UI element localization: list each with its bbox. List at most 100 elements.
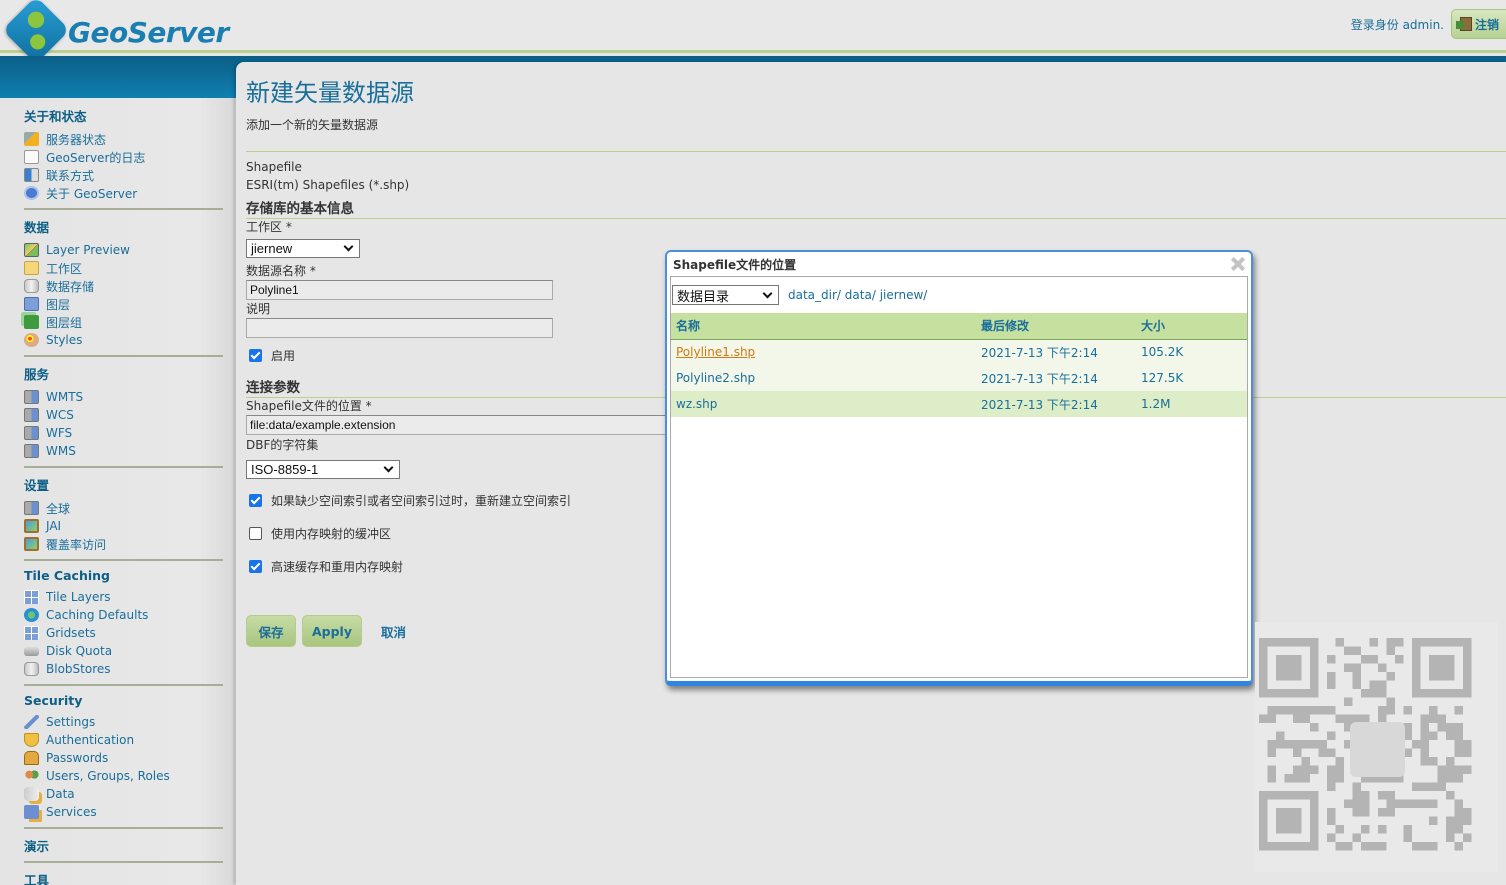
rebuild-index-checkbox[interactable] <box>249 494 262 507</box>
palette-icon <box>24 333 39 347</box>
sidebar-item[interactable]: WCS <box>24 406 223 424</box>
dbf-charset-select[interactable]: ISO-8859-1 <box>246 460 400 479</box>
sidebar-item-label: 图层 <box>46 297 71 312</box>
server-status-icon <box>24 132 39 146</box>
sidebar-item[interactable]: Tile Layers <box>24 588 223 606</box>
apply-button[interactable]: Apply <box>302 615 362 647</box>
shapefile-location-input[interactable] <box>246 415 676 435</box>
sidebar-item[interactable]: WFS <box>24 424 223 442</box>
store-type-info: Shapefile ESRI(tm) Shapefiles (*.shp) <box>246 151 1506 194</box>
sidebar-item-label: Data <box>46 787 75 801</box>
enabled-checkbox[interactable] <box>249 349 262 362</box>
sidebar-section: 数据 Layer Preview 工作区 数据存储 图层 图层组 Styles <box>24 208 223 349</box>
description-input[interactable] <box>246 318 553 338</box>
cancel-link[interactable]: 取消 <box>381 622 406 641</box>
sidebar-item[interactable]: GeoServer的日志 <box>24 148 223 166</box>
sidebar-item[interactable]: JAI <box>24 517 223 535</box>
sidebar-item[interactable]: 工作区 <box>24 259 223 277</box>
sidebar-section-title: 关于和状态 <box>24 109 87 124</box>
sidebar-item[interactable]: WMTS <box>24 388 223 406</box>
memory-mapped-checkbox[interactable] <box>249 527 262 540</box>
grid-icon <box>24 590 39 604</box>
sidebar-item[interactable]: 图层 <box>24 295 223 313</box>
sidebar-item[interactable]: Passwords <box>24 749 223 767</box>
file-row[interactable]: wz.shp 2021-7-13 下午2:14 1.2M <box>671 391 1247 417</box>
file-size: 127.5K <box>1136 365 1247 391</box>
store-type-description: ESRI(tm) Shapefiles (*.shp) <box>246 178 410 192</box>
sidebar-section-title: 设置 <box>24 478 50 493</box>
chevron-down-icon <box>383 462 394 473</box>
sidebar-section-title[interactable]: 工具 <box>24 870 223 885</box>
users-icon <box>24 769 39 783</box>
sidebar-item[interactable]: Settings <box>24 713 223 731</box>
sidebar-item-label: JAI <box>46 519 62 533</box>
sidebar: 关于和状态服务器状态 GeoServer的日志 联系方式关于 GeoServer 数据… <box>0 98 235 885</box>
sidebar-section: 服务 WMTS WCS WFS WMS <box>24 355 223 460</box>
sidebar-item[interactable]: BlobStores <box>24 660 223 678</box>
column-size[interactable]: 大小 <box>1136 313 1247 340</box>
file-name-link[interactable]: Polyline2.shp <box>676 371 755 385</box>
sidebar-section-title[interactable]: 演示 <box>24 836 223 855</box>
column-name[interactable]: 名称 <box>671 313 976 340</box>
file-row[interactable]: Polyline2.shp 2021-7-13 下午2:14 127.5K <box>671 365 1247 391</box>
sidebar-item-label: 工作区 <box>46 261 83 276</box>
breadcrumb-jiernew[interactable]: jiernew/ <box>880 288 928 302</box>
logout-button[interactable]: 注销 <box>1451 9 1506 39</box>
sidebar-item-label: 关于 GeoServer <box>46 186 138 201</box>
datasource-name-input[interactable] <box>246 280 553 300</box>
sidebar-item[interactable]: 联系方式 <box>24 166 223 184</box>
sidebar-item-label: WFS <box>46 426 73 440</box>
sidebar-item[interactable]: Caching Defaults <box>24 606 223 624</box>
dialog-body: 数据目录 data_dir/ data/ jiernew/ 名称 最后修改 大小… <box>670 276 1248 678</box>
column-modified[interactable]: 最后修改 <box>976 313 1136 340</box>
breadcrumb-data[interactable]: data/ <box>845 288 876 302</box>
sidebar-item[interactable]: 图层组 <box>24 313 223 331</box>
server-icon <box>24 444 39 458</box>
sidebar-item[interactable]: 数据存储 <box>24 277 223 295</box>
geoserver-logo[interactable]: GeoServer <box>2 0 229 64</box>
globe-logo-icon <box>2 0 70 64</box>
contact-icon <box>24 168 39 182</box>
sidebar-item[interactable]: Services <box>24 803 223 821</box>
workspace-select[interactable]: jiernew <box>246 239 360 258</box>
chevron-down-icon <box>762 288 773 298</box>
sidebar-item-label: Layer Preview <box>46 243 130 257</box>
database-icon <box>24 662 39 676</box>
file-name-link[interactable]: wz.shp <box>676 397 717 411</box>
wrench-icon <box>24 715 39 729</box>
sidebar-item[interactable]: Disk Quota <box>24 642 223 660</box>
dbf-charset-value: ISO-8859-1 <box>251 462 319 477</box>
root-select[interactable]: 数据目录 <box>672 285 779 305</box>
path-breadcrumb: data_dir/ data/ jiernew/ <box>788 288 927 302</box>
database-icon <box>24 279 39 293</box>
sidebar-item[interactable]: 服务器状态 <box>24 130 223 148</box>
save-button[interactable]: 保存 <box>246 615 296 647</box>
help-icon <box>24 186 39 200</box>
file-row[interactable]: Polyline1.shp 2021-7-13 下午2:14 105.2K <box>671 339 1247 365</box>
sidebar-item-label: Services <box>46 805 97 819</box>
close-icon[interactable] <box>1231 257 1245 271</box>
qr-code-overlay <box>1255 622 1498 872</box>
sidebar-item[interactable]: Styles <box>24 331 223 349</box>
sidebar-item[interactable]: WMS <box>24 442 223 460</box>
sidebar-item[interactable]: Authentication <box>24 731 223 749</box>
breadcrumb-data-dir[interactable]: data_dir/ <box>788 288 841 302</box>
sidebar-item-label: WMTS <box>46 390 84 404</box>
sidebar-item[interactable]: 全球 <box>24 499 223 517</box>
sidebar-item[interactable]: Gridsets <box>24 624 223 642</box>
cache-memory-maps-label: 高速缓存和重用内存映射 <box>271 560 404 574</box>
server-icon <box>24 408 39 422</box>
sidebar-item[interactable]: Users, Groups, Roles <box>24 767 223 785</box>
sidebar-item[interactable]: Layer Preview <box>24 241 223 259</box>
sidebar-item-label: Tile Layers <box>46 590 111 604</box>
sidebar-item[interactable]: 关于 GeoServer <box>24 184 223 202</box>
sidebar-item-label: GeoServer的日志 <box>46 150 146 165</box>
server-icon <box>24 426 39 440</box>
file-size: 1.2M <box>1136 391 1247 417</box>
sidebar-item[interactable]: Data <box>24 785 223 803</box>
sidebar-item-label: Styles <box>46 333 83 347</box>
cache-memory-maps-checkbox[interactable] <box>249 560 262 573</box>
disk-icon <box>24 646 39 656</box>
file-name-link[interactable]: Polyline1.shp <box>676 345 755 359</box>
sidebar-item[interactable]: 覆盖率访问 <box>24 535 223 553</box>
